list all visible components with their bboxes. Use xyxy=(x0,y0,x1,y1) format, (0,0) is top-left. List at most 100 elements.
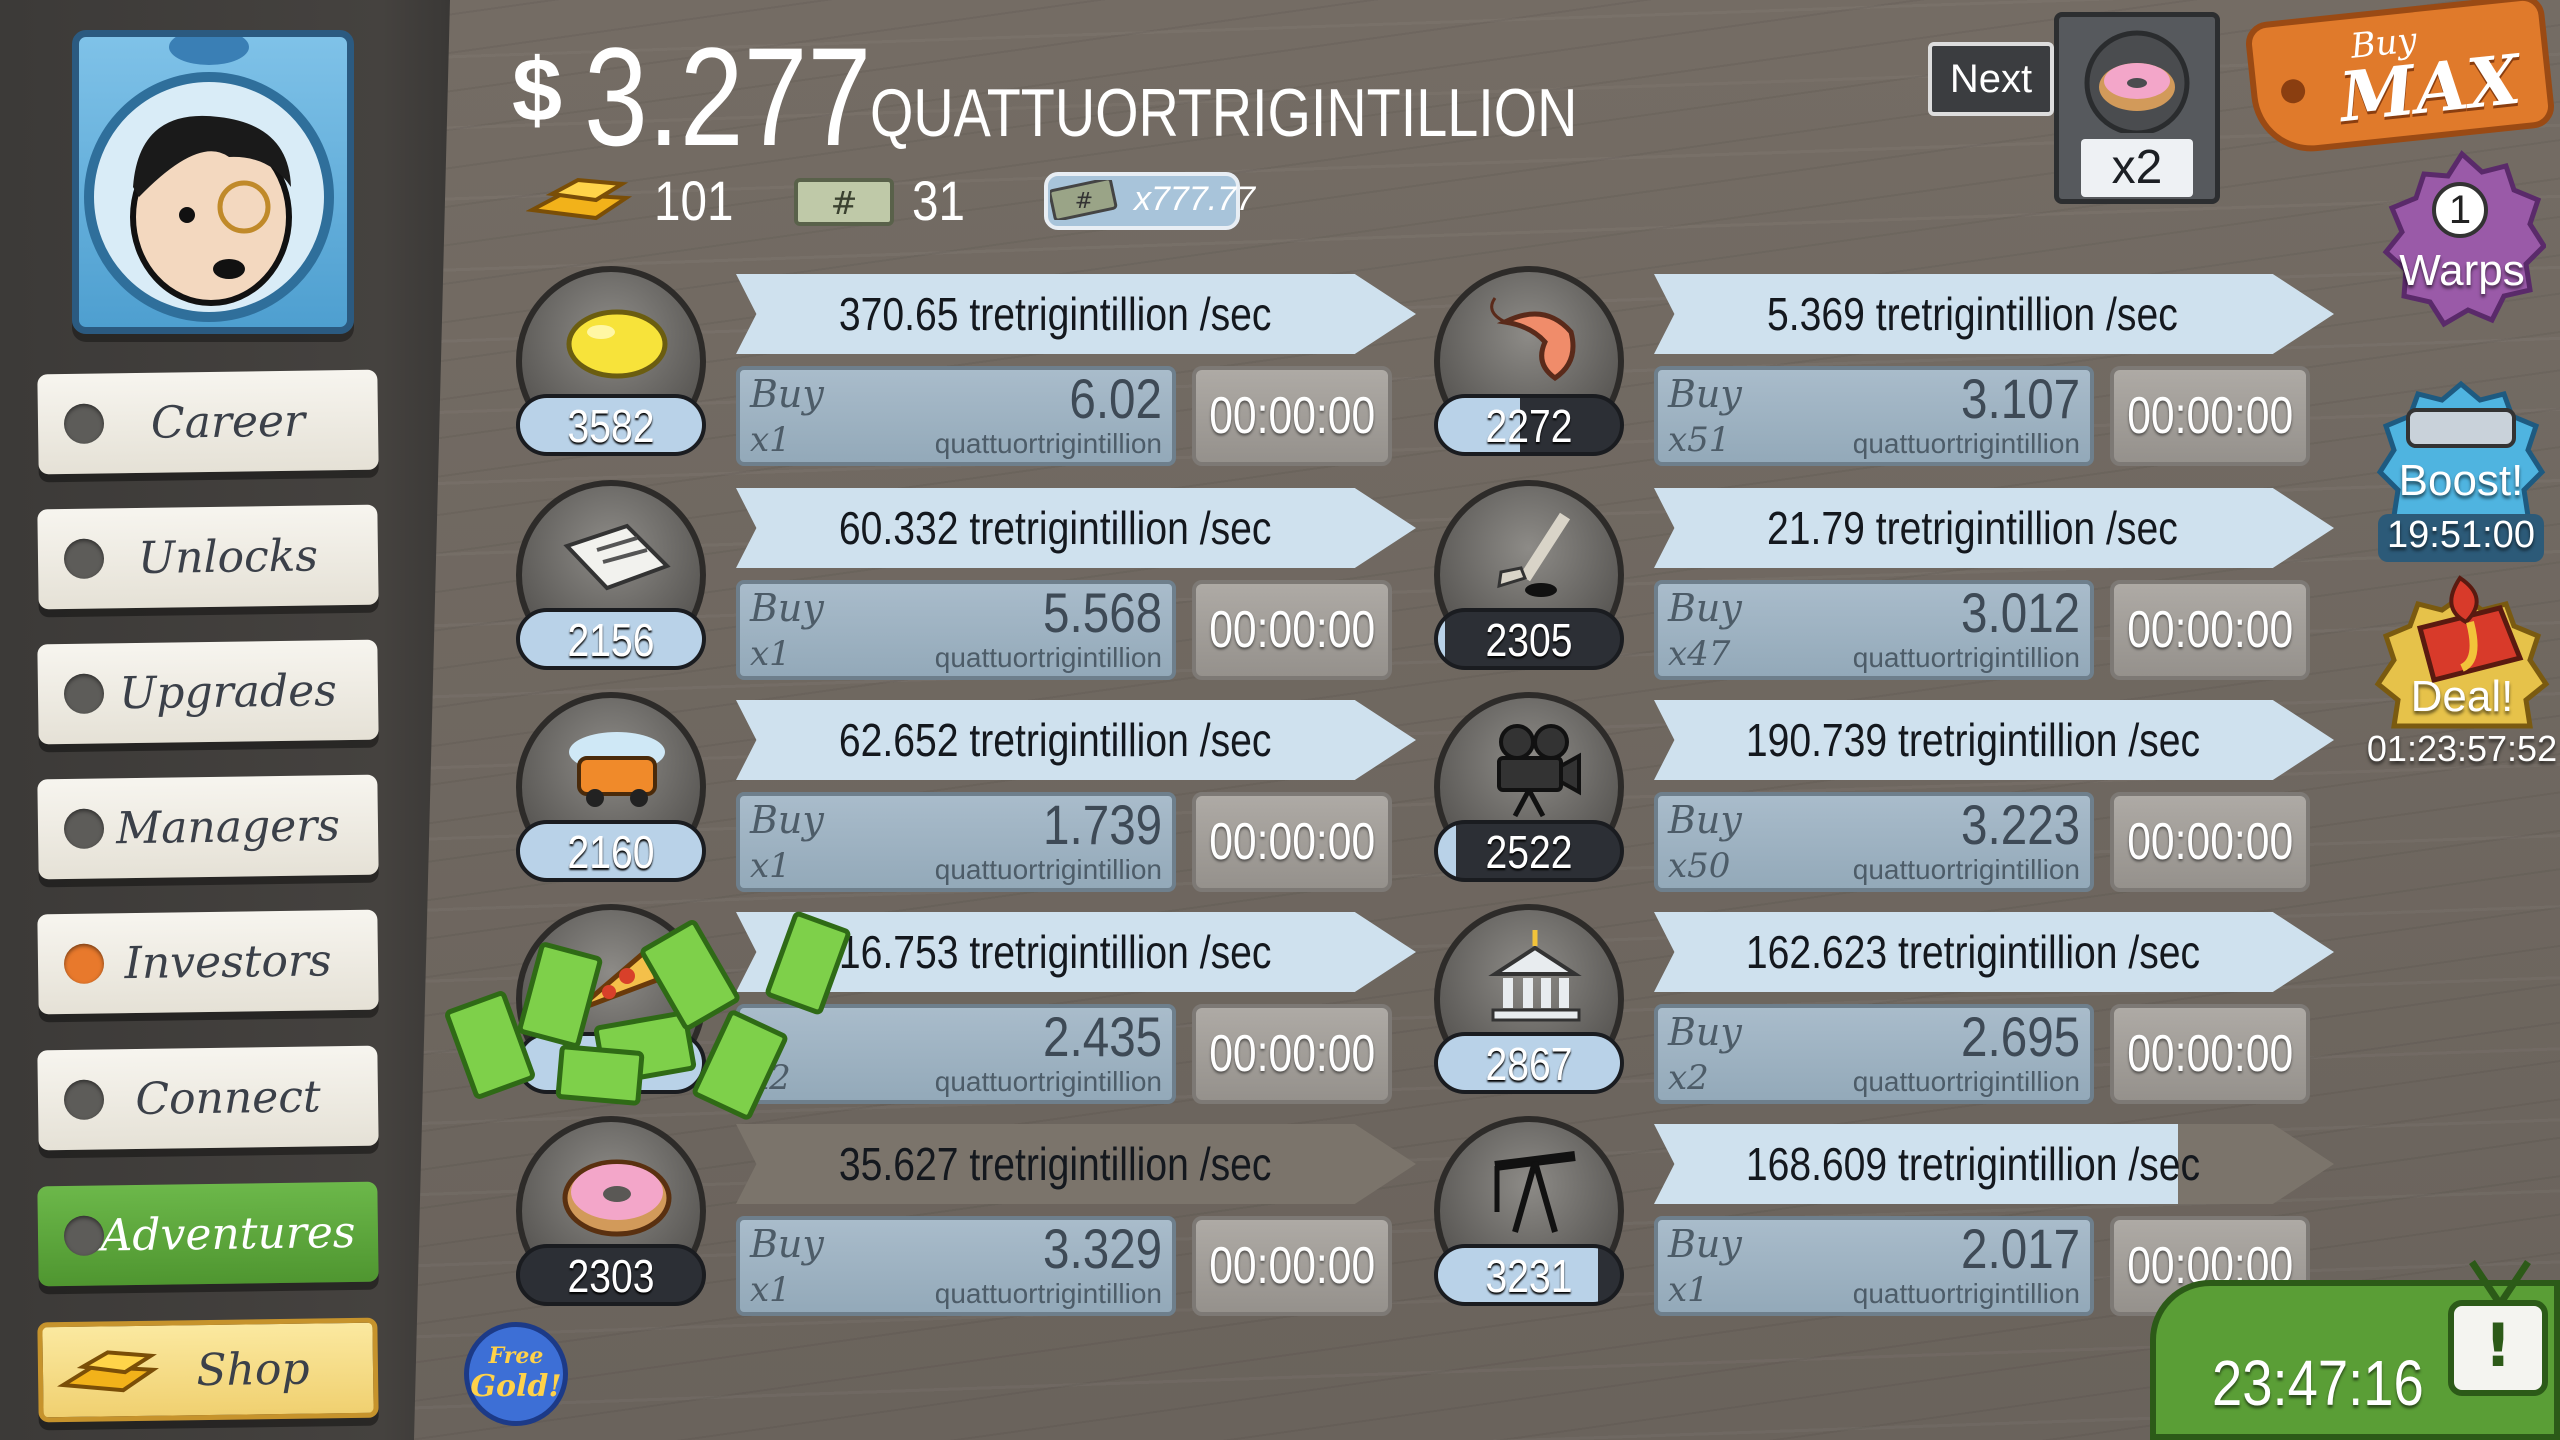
bank-icon xyxy=(1488,930,1582,1022)
buy-multiplier: x50 xyxy=(1668,846,1731,886)
buy-cost-unit: quattuortrigintillion xyxy=(1852,1278,2080,1309)
buy-multiplier: x1 xyxy=(1668,1270,1709,1310)
unlock-progress-fill xyxy=(1438,612,1446,666)
free-gold-line1: Free xyxy=(488,1343,544,1369)
time-machine-car-icon xyxy=(2376,380,2546,533)
boost-timer: 19:51:00 xyxy=(2387,514,2535,556)
astronaut-avatar-icon xyxy=(84,37,334,322)
shrimp-icon xyxy=(1490,297,1576,382)
nav-upgrades-button[interactable]: Upgrades xyxy=(37,639,379,745)
business-row-hockey: 2305 21.79 tretrigintillion /sec Buy x47… xyxy=(1434,480,2334,680)
owned-count: 3231 xyxy=(1485,1250,1573,1302)
warps-badge-icon xyxy=(2382,150,2548,328)
rate-text: 5.369 tretrigintillion /sec xyxy=(1767,288,2179,340)
buy-cost: 1.739 xyxy=(1042,793,1162,856)
buy-cost: 3.012 xyxy=(1960,581,2080,644)
owned-count-pill: 2156 xyxy=(516,608,706,670)
free-gold-button[interactable]: Free Gold! xyxy=(464,1322,568,1426)
movie-camera-icon xyxy=(1497,724,1581,818)
warps-count: 1 xyxy=(2432,182,2488,238)
timer-text: 00:00:00 xyxy=(2127,813,2294,871)
owned-count: 2305 xyxy=(1485,614,1573,666)
rate-banner: 5.369 tretrigintillion /sec xyxy=(1654,274,2334,354)
megabucks-count: 31 xyxy=(912,169,965,232)
buy-cost: 3.329 xyxy=(1042,1217,1162,1280)
buy-cost: 2.435 xyxy=(1042,1005,1162,1068)
timer-box: 00:00:00 xyxy=(2110,366,2310,466)
buy-cost: 2.017 xyxy=(1960,1217,2080,1280)
rate-text: 190.739 tretrigintillion /sec xyxy=(1745,714,2200,766)
rate-banner: 62.652 tretrigintillion /sec xyxy=(736,700,1416,780)
buy-cost-unit: quattuortrigintillion xyxy=(934,1278,1162,1309)
next-unlock-panel[interactable]: x2 xyxy=(2054,12,2220,204)
buy-button[interactable]: Buy x1 2.017 quattuortrigintillion xyxy=(1654,1216,2094,1316)
buy-button[interactable]: Buy x47 3.012 quattuortrigintillion xyxy=(1654,580,2094,680)
oil-derrick-icon xyxy=(1494,1151,1576,1233)
next-button[interactable]: Next xyxy=(1928,42,2054,116)
buy-multiplier: x1 xyxy=(750,420,791,460)
car-wash-icon xyxy=(569,732,665,807)
warps-label: Warps xyxy=(2399,246,2525,295)
timer-box: 00:00:00 xyxy=(2110,580,2310,680)
flying-cash-effect xyxy=(445,911,851,1120)
timer-text: 00:00:00 xyxy=(2127,387,2294,445)
nav-managers-button[interactable]: Managers xyxy=(37,774,379,880)
owned-count-pill: 3231 xyxy=(1434,1244,1624,1306)
buy-label: Buy xyxy=(1668,1010,1742,1054)
buy-button[interactable]: Buy x1 6.02 quattuortrigintillion xyxy=(736,366,1176,466)
next-multiplier: x2 xyxy=(2081,139,2193,197)
buy-multiplier: x2 xyxy=(1668,1058,1709,1098)
timer-box: 00:00:00 xyxy=(1192,580,1392,680)
svg-text:#: # xyxy=(831,184,858,222)
buy-cost: 3.223 xyxy=(1960,793,2080,856)
rate-text: 16.753 tretrigintillion /sec xyxy=(838,926,1272,978)
nav-adventures-button[interactable]: Adventures xyxy=(37,1181,379,1287)
boost-label: Boost! xyxy=(2398,456,2524,505)
buy-button[interactable]: Buy x50 3.223 quattuortrigintillion xyxy=(1654,792,2094,892)
player-avatar[interactable] xyxy=(72,30,354,334)
owned-count: 2522 xyxy=(1485,826,1573,878)
gold-bars-icon xyxy=(526,177,633,221)
timer-box: 00:00:00 xyxy=(2110,792,2310,892)
money-unit: QUATTUORTRIGINTILLION xyxy=(870,75,1578,151)
buy-button[interactable]: Buy x1 1.739 quattuortrigintillion xyxy=(736,792,1176,892)
timer-box: 00:00:00 xyxy=(1192,1004,1392,1104)
rate-banner: 162.623 tretrigintillion /sec xyxy=(1654,912,2334,992)
rate-banner: 370.65 tretrigintillion /sec xyxy=(736,274,1416,354)
timer-box: 00:00:00 xyxy=(1192,792,1392,892)
nav-connect-button[interactable]: Connect xyxy=(37,1045,379,1151)
warps-button[interactable]: 1 Warps xyxy=(2378,146,2548,336)
buy-button[interactable]: Buy x1 5.568 quattuortrigintillion xyxy=(736,580,1176,680)
donut-icon xyxy=(562,1159,672,1237)
nav-shop-button[interactable]: Shop xyxy=(37,1317,379,1423)
owned-count-pill: 2867 xyxy=(1434,1032,1624,1094)
owned-count-pill: 2160 xyxy=(516,820,706,882)
deal-button[interactable]: Deal! 01:23:57:52 xyxy=(2367,568,2557,778)
buy-label: Buy xyxy=(1668,586,1742,630)
megabucks-icon: # xyxy=(1050,180,1118,220)
session-clock: 23:47:16 xyxy=(2212,1347,2424,1419)
gold-count: 101 xyxy=(654,169,734,232)
megabucks-multiplier-badge: # x777.77 xyxy=(1044,172,1255,230)
rate-text: 62.652 tretrigintillion /sec xyxy=(838,714,1272,766)
buy-cost-unit: quattuortrigintillion xyxy=(934,1066,1162,1097)
svg-text:#: # xyxy=(1075,189,1093,214)
boost-button[interactable]: Boost! 19:51:00 xyxy=(2376,380,2546,562)
nav-unlocks-button[interactable]: Unlocks xyxy=(37,504,379,610)
timer-text: 00:00:00 xyxy=(2127,601,2294,659)
rate-banner: 35.627 tretrigintillion /sec xyxy=(736,1124,1416,1204)
money-value: 3.277 xyxy=(584,18,872,175)
tv-alert-button[interactable]: ! xyxy=(2448,1300,2548,1396)
buy-label: Buy xyxy=(1668,798,1742,842)
buy-multiplier: x47 xyxy=(1668,634,1731,674)
nav-investors-button[interactable]: Investors xyxy=(37,909,379,1015)
business-row-carwash: 2160 62.652 tretrigintillion /sec Buy x1… xyxy=(516,692,1416,892)
nav-career-button[interactable]: Career xyxy=(37,369,379,475)
buy-cost: 5.568 xyxy=(1042,581,1162,644)
buy-button[interactable]: Buy x51 3.107 quattuortrigintillion xyxy=(1654,366,2094,466)
buy-button[interactable]: Buy x1 3.329 quattuortrigintillion xyxy=(736,1216,1176,1316)
owned-count: 3582 xyxy=(567,400,655,452)
rate-banner: 190.739 tretrigintillion /sec xyxy=(1654,700,2334,780)
owned-count: 2156 xyxy=(567,614,655,666)
buy-button[interactable]: Buy x2 2.695 quattuortrigintillion xyxy=(1654,1004,2094,1104)
